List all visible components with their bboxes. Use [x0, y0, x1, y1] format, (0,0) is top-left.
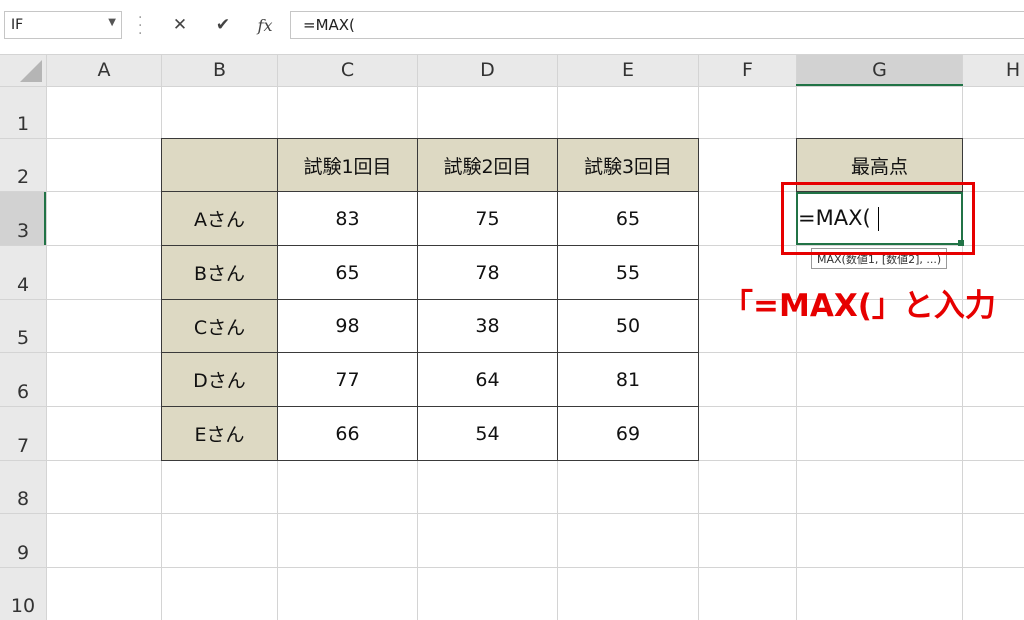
row-header-4[interactable]: 4 [0, 246, 46, 299]
column-header-g[interactable]: G [797, 54, 962, 86]
row-header-8[interactable]: 8 [0, 461, 46, 513]
column-header-a[interactable]: A [47, 54, 161, 86]
row-header-6[interactable]: 6 [0, 353, 46, 406]
row-header-1[interactable]: 1 [0, 87, 46, 138]
highlight-box [781, 182, 975, 255]
row-header-3[interactable]: 3 [0, 192, 46, 245]
row-header-5[interactable]: 5 [0, 300, 46, 352]
column-header-d[interactable]: D [418, 54, 557, 86]
column-header-e[interactable]: E [558, 54, 698, 86]
annotation-text: 「=MAX(」と入力 [722, 288, 996, 324]
column-header-c[interactable]: C [278, 54, 417, 86]
row-header-9[interactable]: 9 [0, 514, 46, 567]
row-header-2[interactable]: 2 [0, 139, 46, 191]
column-header-b[interactable]: B [162, 54, 277, 86]
row-header-7[interactable]: 7 [0, 407, 46, 460]
column-header-h[interactable]: H [963, 54, 1024, 86]
column-header-f[interactable]: F [699, 54, 796, 86]
row-header-10[interactable]: 10 [0, 568, 46, 620]
